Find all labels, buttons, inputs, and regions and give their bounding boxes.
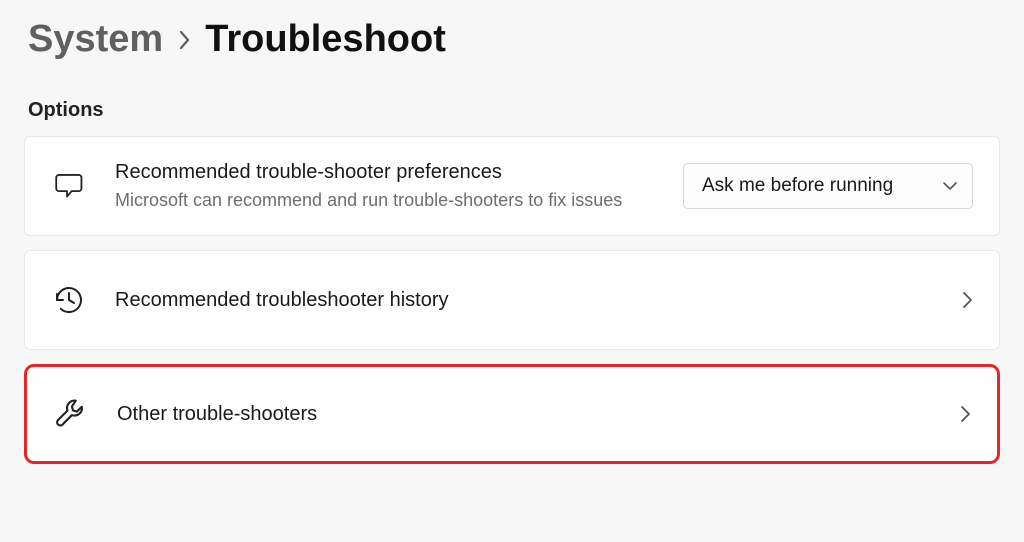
feedback-icon bbox=[51, 168, 87, 204]
chevron-down-icon bbox=[942, 181, 958, 191]
history-icon bbox=[51, 282, 87, 318]
card-title: Recommended trouble-shooter preferences bbox=[115, 159, 655, 186]
section-label-options: Options bbox=[24, 99, 1000, 122]
card-title: Recommended troubleshooter history bbox=[115, 287, 934, 314]
preferences-dropdown[interactable]: Ask me before running bbox=[683, 163, 973, 209]
card-subtitle: Microsoft can recommend and run trouble-… bbox=[115, 188, 635, 213]
card-title: Other trouble-shooters bbox=[117, 401, 932, 428]
chevron-right-icon bbox=[177, 29, 191, 51]
breadcrumb: System Troubleshoot bbox=[24, 18, 1000, 61]
page-title: Troubleshoot bbox=[205, 18, 446, 61]
wrench-icon bbox=[53, 396, 89, 432]
dropdown-value: Ask me before running bbox=[702, 175, 926, 197]
breadcrumb-parent-system[interactable]: System bbox=[28, 18, 163, 61]
chevron-right-icon bbox=[960, 405, 971, 423]
card-troubleshooter-preferences: Recommended trouble-shooter preferences … bbox=[24, 136, 1000, 236]
card-other-troubleshooters[interactable]: Other trouble-shooters bbox=[24, 364, 1000, 464]
card-troubleshooter-history[interactable]: Recommended troubleshooter history bbox=[24, 250, 1000, 350]
chevron-right-icon bbox=[962, 291, 973, 309]
